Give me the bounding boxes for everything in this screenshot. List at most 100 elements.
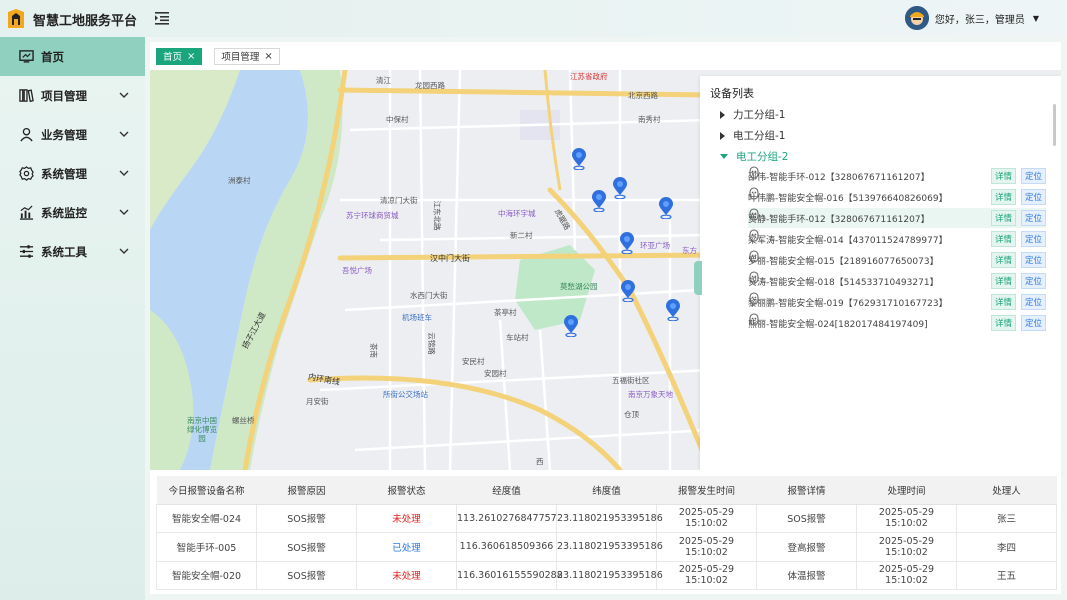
sidebar-item-business[interactable]: 业务管理: [0, 115, 145, 154]
device-marker-icon[interactable]: [619, 232, 635, 254]
locate-button[interactable]: 定位: [1020, 273, 1046, 289]
scrollbar[interactable]: [1053, 104, 1056, 146]
locate-button[interactable]: 定位: [1020, 231, 1046, 247]
list-item[interactable]: 叶伟鹏-智能安全帽-016【513976640826069】 详情 定位: [748, 187, 1046, 207]
tab-label: 项目管理: [221, 52, 260, 63]
sidebar-item-projects[interactable]: 项目管理: [0, 76, 145, 115]
detail-button[interactable]: 详情: [990, 168, 1016, 184]
map-label: 环亚广场: [640, 241, 670, 250]
map-label: 江苏省政府: [570, 72, 608, 81]
menu-collapse-icon[interactable]: [155, 11, 169, 25]
map-label: 吾悦广场: [342, 266, 372, 275]
column-header: 经度值: [456, 476, 557, 505]
sidebar-item-label: 首页: [41, 49, 64, 64]
map-label: 清江: [376, 76, 391, 85]
device-marker-icon[interactable]: [620, 280, 636, 302]
list-item[interactable]: 梁军涛-智能安全帽-014【437011524789977】 详情 定位: [748, 229, 1046, 249]
map-label: 江东北路: [432, 200, 442, 231]
device-name: 黎丽鹏-智能安全帽-019【762931710167723】: [748, 298, 948, 309]
map-label: 机场班车: [402, 313, 432, 322]
list-item[interactable]: 贺涛-智能安全帽-018【514533710493271】 详情 定位: [748, 271, 1046, 291]
detail-button[interactable]: 详情: [990, 231, 1016, 247]
detail-button[interactable]: 详情: [990, 252, 1016, 268]
locate-button[interactable]: 定位: [1020, 315, 1046, 331]
list-item[interactable]: 罗丽-智能安全帽-015【218916077650073】 详情 定位: [748, 250, 1046, 270]
table-cell: 2025-05-29 15:10:02: [656, 504, 757, 533]
table-cell: 智能安全帽-024: [156, 504, 257, 533]
table-row[interactable]: 智能安全帽-024 SOS报警 未处理 113.2610276847757 23…: [156, 504, 1057, 533]
chevron-down-icon: [119, 170, 129, 176]
group-node[interactable]: 力工分组-1: [720, 107, 785, 122]
device-icon: [749, 292, 759, 305]
user-menu[interactable]: 您好，张三，管理员 ▼: [904, 6, 1039, 30]
sidebar-item-system[interactable]: 系统管理: [0, 154, 145, 193]
group-node[interactable]: 电工分组-1: [720, 128, 785, 143]
locate-button[interactable]: 定位: [1020, 294, 1046, 310]
detail-button[interactable]: 详情: [990, 294, 1016, 310]
table-cell: 23.118021953395186: [556, 532, 663, 562]
table-cell: 2025-05-29 15:10:02: [656, 561, 757, 590]
caret-right-icon[interactable]: [720, 110, 725, 119]
locate-button[interactable]: 定位: [1020, 168, 1046, 184]
sidebar-item-label: 系统管理: [41, 166, 87, 181]
close-icon[interactable]: ×: [187, 51, 195, 62]
table-cell: 116.36016155590288: [456, 561, 563, 590]
tab-home[interactable]: 首页 ×: [156, 47, 203, 65]
status-cell: 已处理: [356, 532, 457, 562]
device-icon: [749, 250, 759, 263]
device-name: 罗丽-智能安全帽-015【218916077650073】: [748, 256, 939, 267]
list-item[interactable]: 熊丽-智能安全帽-024[182017484197409] 详情 定位: [748, 313, 1046, 333]
sidebar-item-monitor[interactable]: 系统监控: [0, 193, 145, 232]
map-view[interactable]: 江苏省政府 北京西路 南秀村 清江 龙园西路 中保村 洲泰村 苏宁环球商贸城 清…: [150, 70, 1061, 470]
table-cell: 23.118021953395186: [556, 561, 663, 590]
group-node[interactable]: 电工分组-2: [720, 149, 788, 164]
locate-button[interactable]: 定位: [1020, 252, 1046, 268]
device-marker-icon[interactable]: [612, 177, 628, 199]
locate-button[interactable]: 定位: [1020, 210, 1046, 226]
device-marker-icon[interactable]: [563, 315, 579, 337]
list-item[interactable]: 贾静-智能手环-012【328067671161207】 详情 定位: [748, 208, 1046, 228]
detail-button[interactable]: 详情: [990, 273, 1016, 289]
list-item[interactable]: 黎丽鹏-智能安全帽-019【762931710167723】 详情 定位: [748, 292, 1046, 312]
map-label: 南京万象天地: [628, 390, 673, 399]
column-header: 处理时间: [856, 476, 957, 505]
map-label: 水西门大街: [410, 291, 448, 300]
avatar[interactable]: [904, 6, 929, 30]
device-marker-icon[interactable]: [571, 148, 587, 170]
table-row[interactable]: 智能手环-005 SOS报警 已处理 116.360618509366 23.1…: [156, 532, 1057, 562]
table-cell: 23.118021953395186: [556, 504, 663, 533]
table-cell: SOS报警: [256, 532, 357, 562]
locate-button[interactable]: 定位: [1020, 189, 1046, 205]
sliders-icon: [19, 245, 34, 258]
device-icon: [749, 313, 759, 326]
detail-button[interactable]: 详情: [990, 210, 1016, 226]
list-item[interactable]: 邵伟-智能手环-012【328067671161207】 详情 定位: [748, 166, 1046, 186]
device-marker-icon[interactable]: [658, 197, 674, 219]
device-marker-icon[interactable]: [665, 299, 681, 321]
caret-down-icon[interactable]: ▼: [1033, 14, 1039, 23]
map-label: 茶南: [369, 343, 378, 358]
tab-projects[interactable]: 项目管理 ×: [214, 47, 280, 65]
close-icon[interactable]: ×: [264, 51, 272, 62]
map-label: 苏宁环球商贸城: [346, 211, 399, 220]
device-icon: [749, 166, 759, 179]
sidebar-item-tools[interactable]: 系统工具: [0, 232, 145, 271]
detail-button[interactable]: 详情: [990, 315, 1016, 331]
device-marker-icon[interactable]: [591, 190, 607, 212]
detail-button[interactable]: 详情: [990, 189, 1016, 205]
map-label: 西: [536, 457, 544, 466]
chevron-down-icon: [119, 209, 129, 215]
panel-collapse-handle[interactable]: [694, 261, 702, 295]
group-label: 电工分组-2: [736, 151, 789, 163]
table-row[interactable]: 智能安全帽-020 SOS报警 未处理 116.36016155590288 2…: [156, 561, 1057, 590]
table-cell: SOS报警: [756, 504, 857, 533]
device-name: 贾静-智能手环-012【328067671161207】: [748, 214, 930, 225]
sidebar-item-home[interactable]: 首页: [0, 37, 145, 76]
user-greeting[interactable]: 您好，张三，管理员: [935, 11, 1025, 26]
logo-icon: [8, 9, 24, 28]
caret-down-icon[interactable]: [720, 154, 728, 159]
monitor-icon: [19, 50, 34, 63]
top-header: 智慧工地服务平台 您好，张三，管理员 ▼: [0, 0, 1067, 37]
table-cell: 智能安全帽-020: [156, 561, 257, 590]
caret-right-icon[interactable]: [720, 131, 725, 140]
